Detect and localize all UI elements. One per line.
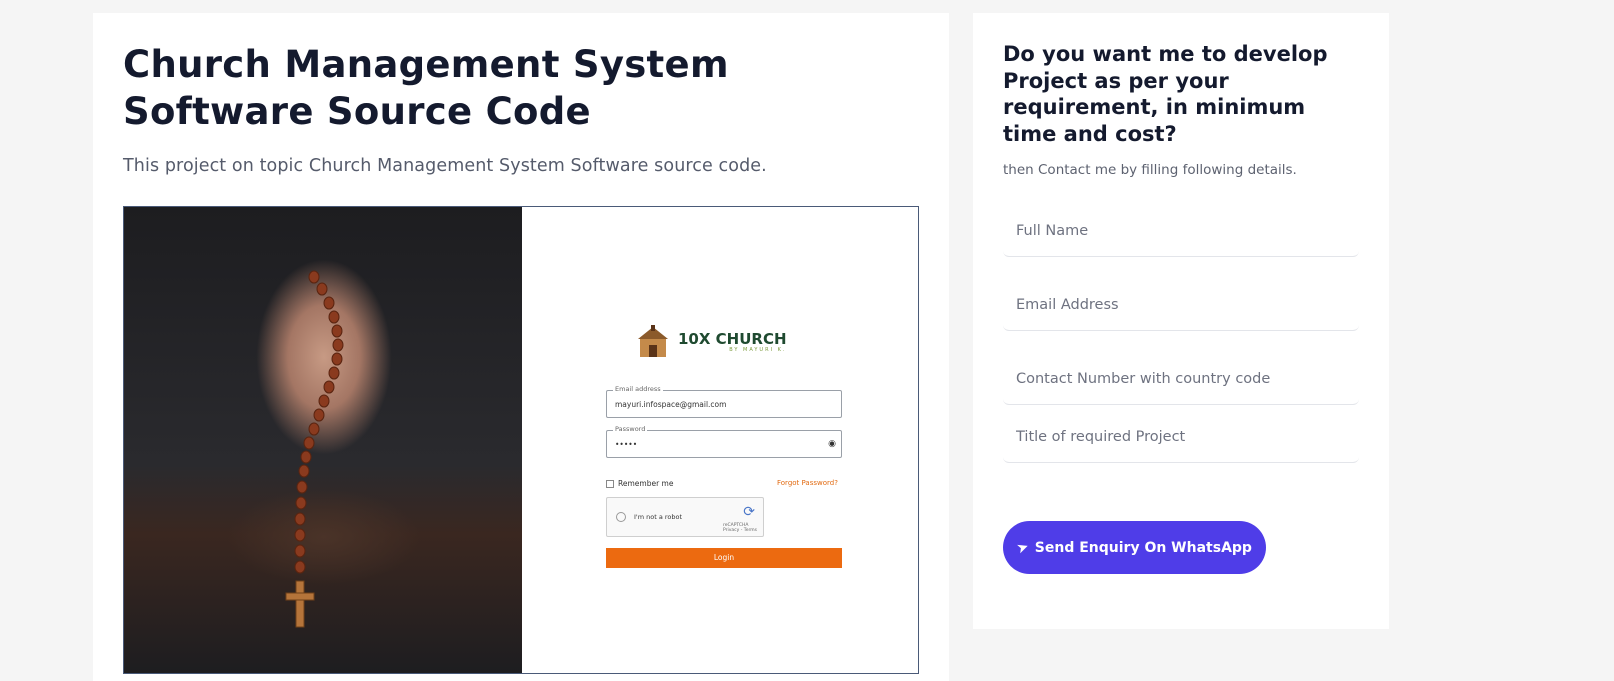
send-enquiry-whatsapp-button[interactable]: ➤ Send Enquiry On WhatsApp xyxy=(1003,521,1266,574)
preview-recaptcha: I'm not a robot ⟳ reCAPTCHA Privacy - Te… xyxy=(606,497,764,537)
page-title: Church Management System Software Source… xyxy=(123,43,729,133)
full-name-field-wrapper xyxy=(1003,205,1359,257)
project-title-input[interactable] xyxy=(1003,411,1359,462)
captcha-label: I'm not a robot xyxy=(634,513,683,521)
logo-text: 10X CHURCH xyxy=(678,329,787,348)
preview-password-label: Password xyxy=(613,425,648,433)
contact-field-wrapper xyxy=(1003,353,1359,405)
email-field-wrapper xyxy=(1003,279,1359,331)
preview-remember-label: Remember me xyxy=(618,479,674,488)
captcha-brand: reCAPTCHA Privacy - Terms xyxy=(722,523,757,533)
article-card: Church Management System Software Source… xyxy=(93,13,949,681)
login-screen-preview: 10X CHURCH BY MAYURI K. Email address ma… xyxy=(522,207,918,673)
send-enquiry-label: Send Enquiry On WhatsApp xyxy=(1034,539,1252,556)
project-screenshot-image: 10X CHURCH BY MAYURI K. Email address ma… xyxy=(123,206,919,674)
recaptcha-icon: ⟳ xyxy=(743,504,755,520)
contact-number-input[interactable] xyxy=(1003,353,1359,404)
rosary-hands-photo xyxy=(124,207,522,673)
paper-plane-icon: ➤ xyxy=(1014,537,1032,558)
enquiry-card: Do you want me to develop Project as per… xyxy=(973,13,1389,629)
eye-icon: ◉ xyxy=(828,439,836,449)
rosary-beads-illustration xyxy=(285,270,344,628)
preview-email-field: Email address mayuri.infospace@gmail.com xyxy=(606,385,842,418)
church-icon xyxy=(638,325,668,357)
preview-email-label: Email address xyxy=(613,385,663,393)
checkbox-icon xyxy=(606,479,614,488)
full-name-input[interactable] xyxy=(1003,205,1359,256)
preview-password-value: ••••• xyxy=(615,440,638,449)
enquiry-title: Do you want me to develop Project as per… xyxy=(1003,42,1328,146)
email-input[interactable] xyxy=(1003,279,1359,330)
enquiry-subtitle: then Contact me by filling following det… xyxy=(1003,162,1297,178)
preview-email-value: mayuri.infospace@gmail.com xyxy=(615,400,727,409)
preview-remember-me: Remember me xyxy=(606,479,673,488)
church-logo: 10X CHURCH BY MAYURI K. xyxy=(634,325,787,359)
preview-forgot-password: Forgot Password? xyxy=(777,479,838,487)
preview-password-field: Password ••••• ◉ xyxy=(606,425,842,458)
project-title-field-wrapper xyxy=(1003,411,1359,463)
captcha-checkbox-icon xyxy=(616,512,626,522)
preview-login-button: Login xyxy=(606,548,842,568)
page: Church Management System Software Source… xyxy=(0,0,1614,681)
article-description: This project on topic Church Management … xyxy=(123,156,767,176)
